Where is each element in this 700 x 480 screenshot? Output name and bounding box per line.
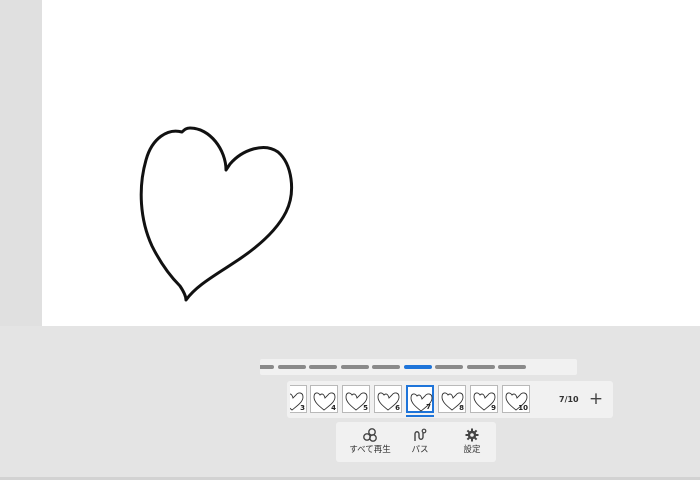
frame-thumbnail[interactable]: 6 (374, 385, 402, 413)
frame-thumbnail[interactable]: 7 (406, 385, 434, 413)
frame-number: 3 (300, 404, 305, 412)
settings-label: 設定 (463, 445, 481, 455)
timeline-segment[interactable] (435, 365, 463, 369)
timeline-segment-active[interactable] (403, 365, 432, 369)
timeline-segment[interactable] (498, 365, 526, 369)
path-label: パス (411, 445, 429, 455)
timeline-segment[interactable] (372, 365, 400, 369)
frame-thumbnail[interactable]: 3 (290, 385, 307, 413)
frame-thumbnail[interactable]: 8 (438, 385, 466, 413)
drawing-canvas[interactable] (42, 0, 700, 326)
action-toolbar: すべて再生 パス 設定 (336, 422, 496, 462)
frame-thumbnail[interactable]: 4 (310, 385, 338, 413)
gear-icon (465, 428, 479, 442)
left-gutter (0, 0, 42, 326)
frame-number: 7 (426, 403, 431, 411)
timeline-segment[interactable] (309, 365, 337, 369)
timeline-segment[interactable] (340, 365, 369, 369)
timeline-segment-bar[interactable] (260, 359, 577, 375)
timeline-segment[interactable] (260, 365, 274, 369)
settings-button[interactable]: 設定 (454, 428, 490, 460)
path-button[interactable]: パス (402, 428, 438, 460)
path-icon (414, 428, 427, 441)
frame-number: 6 (395, 404, 400, 412)
frame-number: 8 (459, 404, 464, 412)
play-all-icon (363, 428, 377, 442)
heart-drawing (139, 126, 293, 302)
frame-thumbnail[interactable]: 5 (342, 385, 370, 413)
frame-number: 4 (331, 404, 336, 412)
frame-thumbnail[interactable]: 10 (502, 385, 530, 413)
play-all-label: すべて再生 (349, 445, 391, 455)
frame-number: 5 (363, 404, 368, 412)
frame-thumbnail[interactable]: 9 (470, 385, 498, 413)
frame-strip: 7/10 + 3 4 5 6 7 8 9 10 (287, 381, 613, 418)
play-all-button[interactable]: すべて再生 (342, 428, 398, 460)
current-frame-indicator (406, 415, 434, 417)
timeline-segment[interactable] (466, 365, 495, 369)
frame-number: 10 (518, 404, 528, 412)
timeline-segment[interactable] (277, 365, 306, 369)
add-frame-button[interactable]: + (587, 388, 605, 410)
frame-number: 9 (491, 404, 496, 412)
frame-counter: 7/10 (559, 395, 579, 404)
